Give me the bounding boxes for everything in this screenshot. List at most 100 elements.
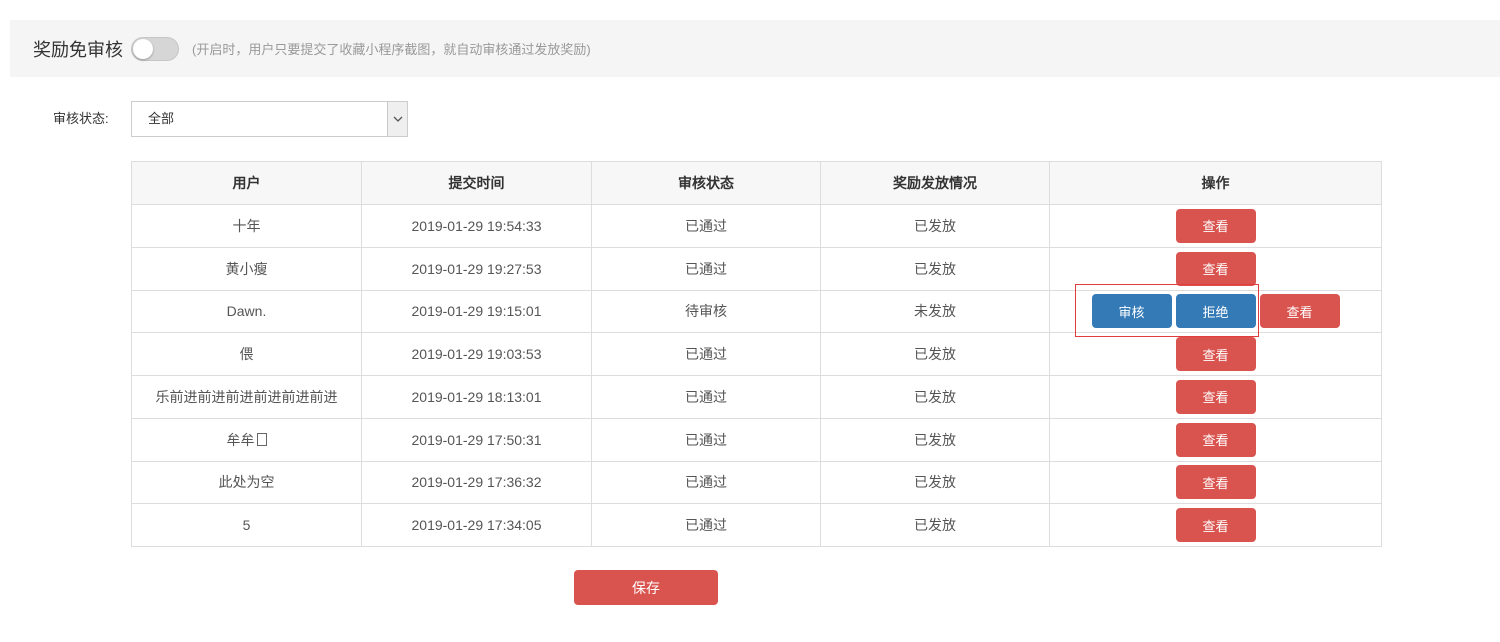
view-button[interactable]: 查看 xyxy=(1175,465,1256,500)
cell-review-status: 待审核 xyxy=(591,289,821,334)
cell-user: 5 xyxy=(131,503,362,547)
cell-review-status: 已通过 xyxy=(591,332,821,376)
cell-reward-status: 已发放 xyxy=(820,417,1050,462)
cell-reward-status-text: 未发放 xyxy=(914,303,956,320)
table-row: 黄小瘦 2019-01-29 19:27:53 已通过 已发放 查看 xyxy=(131,246,1382,291)
cell-actions: 查看 xyxy=(1049,204,1382,248)
status-select-value: 全部 xyxy=(148,111,175,126)
table-row: 此处为空 2019-01-29 17:36:32 已通过 已发放 查看 xyxy=(131,460,1382,505)
column-header-review-status: 审核状态 xyxy=(591,161,821,205)
cell-submit-time-text: 2019-01-29 19:54:33 xyxy=(411,217,542,234)
cell-actions: 查看 xyxy=(1049,246,1382,291)
cell-review-status: 已通过 xyxy=(591,204,821,248)
chevron-down-icon[interactable] xyxy=(387,102,407,136)
cell-user-text: 偎 xyxy=(239,346,254,363)
cell-user-text: 牟牟 xyxy=(226,431,255,448)
cell-user: 偎 xyxy=(131,332,362,376)
cell-submit-time: 2019-01-29 17:34:05 xyxy=(361,503,592,547)
status-filter-label: 审核状态: xyxy=(53,111,109,126)
auto-approve-toggle[interactable] xyxy=(131,36,179,61)
table-row: 十年 2019-01-29 19:54:33 已通过 已发放 查看 xyxy=(131,204,1382,248)
cell-reward-status: 未发放 xyxy=(820,289,1050,334)
cell-submit-time: 2019-01-29 19:03:53 xyxy=(361,332,592,376)
cell-review-status: 已通过 xyxy=(591,375,821,419)
view-button[interactable]: 查看 xyxy=(1175,337,1256,372)
auto-approve-title: 奖励免审核 xyxy=(33,39,123,60)
cell-reward-status-text: 已发放 xyxy=(914,346,956,363)
table-header: 用户 提交时间 审核状态 奖励发放情况 操作 xyxy=(131,161,1382,205)
cell-reward-status-text: 已发放 xyxy=(914,474,956,491)
cell-review-status-text: 待审核 xyxy=(685,303,727,320)
auto-approve-bar: 奖励免审核 (开启时，用户只要提交了收藏小程序截图，就自动审核通过发放奖励) xyxy=(10,20,1500,77)
cell-review-status-text: 已通过 xyxy=(685,431,727,448)
column-header-actions: 操作 xyxy=(1049,161,1382,205)
cell-review-status: 已通过 xyxy=(591,460,821,505)
cell-user: 此处为空 xyxy=(131,460,362,505)
cell-reward-status: 已发放 xyxy=(820,503,1050,547)
cell-reward-status: 已发放 xyxy=(820,204,1050,248)
cell-reward-status-text: 已发放 xyxy=(914,517,956,534)
view-button[interactable]: 查看 xyxy=(1175,208,1256,243)
cell-actions: 查看 xyxy=(1049,417,1382,462)
table-row: 牟牟 2019-01-29 17:50:31 已通过 已发放 查看 xyxy=(131,417,1382,462)
view-button[interactable]: 查看 xyxy=(1175,251,1256,286)
cell-actions: 查看 xyxy=(1049,503,1382,547)
save-button[interactable]: 保存 xyxy=(574,570,718,605)
approve-button[interactable]: 审核 xyxy=(1091,294,1172,329)
cell-user: 乐前进前进前进前进前进前进 xyxy=(131,375,362,419)
column-header-reward-status: 奖励发放情况 xyxy=(820,161,1050,205)
view-button[interactable]: 查看 xyxy=(1175,508,1256,543)
cell-user-text: 黄小瘦 xyxy=(225,260,268,277)
table-header-row: 用户 提交时间 审核状态 奖励发放情况 操作 xyxy=(131,161,1382,205)
cell-user: 牟牟 xyxy=(131,417,362,462)
cell-reward-status-text: 已发放 xyxy=(914,260,956,277)
status-select[interactable]: 全部 xyxy=(131,101,408,137)
cell-reward-status: 已发放 xyxy=(820,332,1050,376)
cell-user: 十年 xyxy=(131,204,362,248)
reject-button[interactable]: 拒绝 xyxy=(1175,294,1256,329)
view-button[interactable]: 查看 xyxy=(1175,422,1256,457)
cell-review-status-text: 已通过 xyxy=(685,346,727,363)
view-button[interactable]: 查看 xyxy=(1175,379,1256,414)
cell-review-status: 已通过 xyxy=(591,417,821,462)
cell-review-status-text: 已通过 xyxy=(685,260,727,277)
cell-submit-time-text: 2019-01-29 19:15:01 xyxy=(411,303,542,320)
table-row: Dawn. 2019-01-29 19:15:01 待审核 未发放 审核 拒绝 查看 xyxy=(131,289,1382,334)
cell-review-status: 已通过 xyxy=(591,503,821,547)
cell-user: 黄小瘦 xyxy=(131,246,362,291)
cell-review-status-text: 已通过 xyxy=(685,388,727,405)
cell-submit-time: 2019-01-29 17:36:32 xyxy=(361,460,592,505)
table-body: 十年 2019-01-29 19:54:33 已通过 已发放 查看 黄小瘦 2019-01-… xyxy=(131,204,1382,547)
table-row: 偎 2019-01-29 19:03:53 已通过 已发放 查看 xyxy=(131,332,1382,376)
column-header-user: 用户 xyxy=(131,161,362,205)
cell-reward-status-text: 已发放 xyxy=(914,388,956,405)
cell-actions: 查看 xyxy=(1049,460,1382,505)
cell-submit-time: 2019-01-29 17:50:31 xyxy=(361,417,592,462)
table-row: 5 2019-01-29 17:34:05 已通过 已发放 查看 xyxy=(131,503,1382,547)
missing-glyph-icon xyxy=(256,432,267,446)
cell-submit-time-text: 2019-01-29 19:03:53 xyxy=(411,346,542,363)
cell-actions: 审核 拒绝 查看 xyxy=(1049,289,1382,334)
cell-submit-time-text: 2019-01-29 18:13:01 xyxy=(411,388,542,405)
cell-submit-time: 2019-01-29 19:27:53 xyxy=(361,246,592,291)
cell-submit-time-text: 2019-01-29 17:50:31 xyxy=(411,431,542,448)
cell-reward-status-text: 已发放 xyxy=(914,431,956,448)
cell-review-status-text: 已通过 xyxy=(685,517,727,534)
submissions-table: 用户 提交时间 审核状态 奖励发放情况 操作 十年 2019-01-29 19:5… xyxy=(131,161,1382,547)
cell-user-text: 十年 xyxy=(232,217,261,234)
cell-reward-status: 已发放 xyxy=(820,460,1050,505)
view-button[interactable]: 查看 xyxy=(1259,294,1340,329)
cell-user-text: 5 xyxy=(242,517,251,534)
table-row: 乐前进前进前进前进前进前进 2019-01-29 18:13:01 已通过 已发放 查看 xyxy=(131,375,1382,419)
cell-review-status-text: 已通过 xyxy=(685,474,727,491)
cell-submit-time: 2019-01-29 19:15:01 xyxy=(361,289,592,334)
cell-user: Dawn. xyxy=(131,289,362,334)
cell-submit-time-text: 2019-01-29 17:34:05 xyxy=(411,517,542,534)
auto-approve-description: (开启时，用户只要提交了收藏小程序截图，就自动审核通过发放奖励) xyxy=(192,42,591,57)
cell-reward-status: 已发放 xyxy=(820,375,1050,419)
column-header-submit-time: 提交时间 xyxy=(361,161,592,205)
cell-submit-time: 2019-01-29 19:54:33 xyxy=(361,204,592,248)
cell-user-text: 此处为空 xyxy=(218,474,275,491)
cell-submit-time-text: 2019-01-29 19:27:53 xyxy=(411,260,542,277)
toggle-knob xyxy=(133,38,153,59)
